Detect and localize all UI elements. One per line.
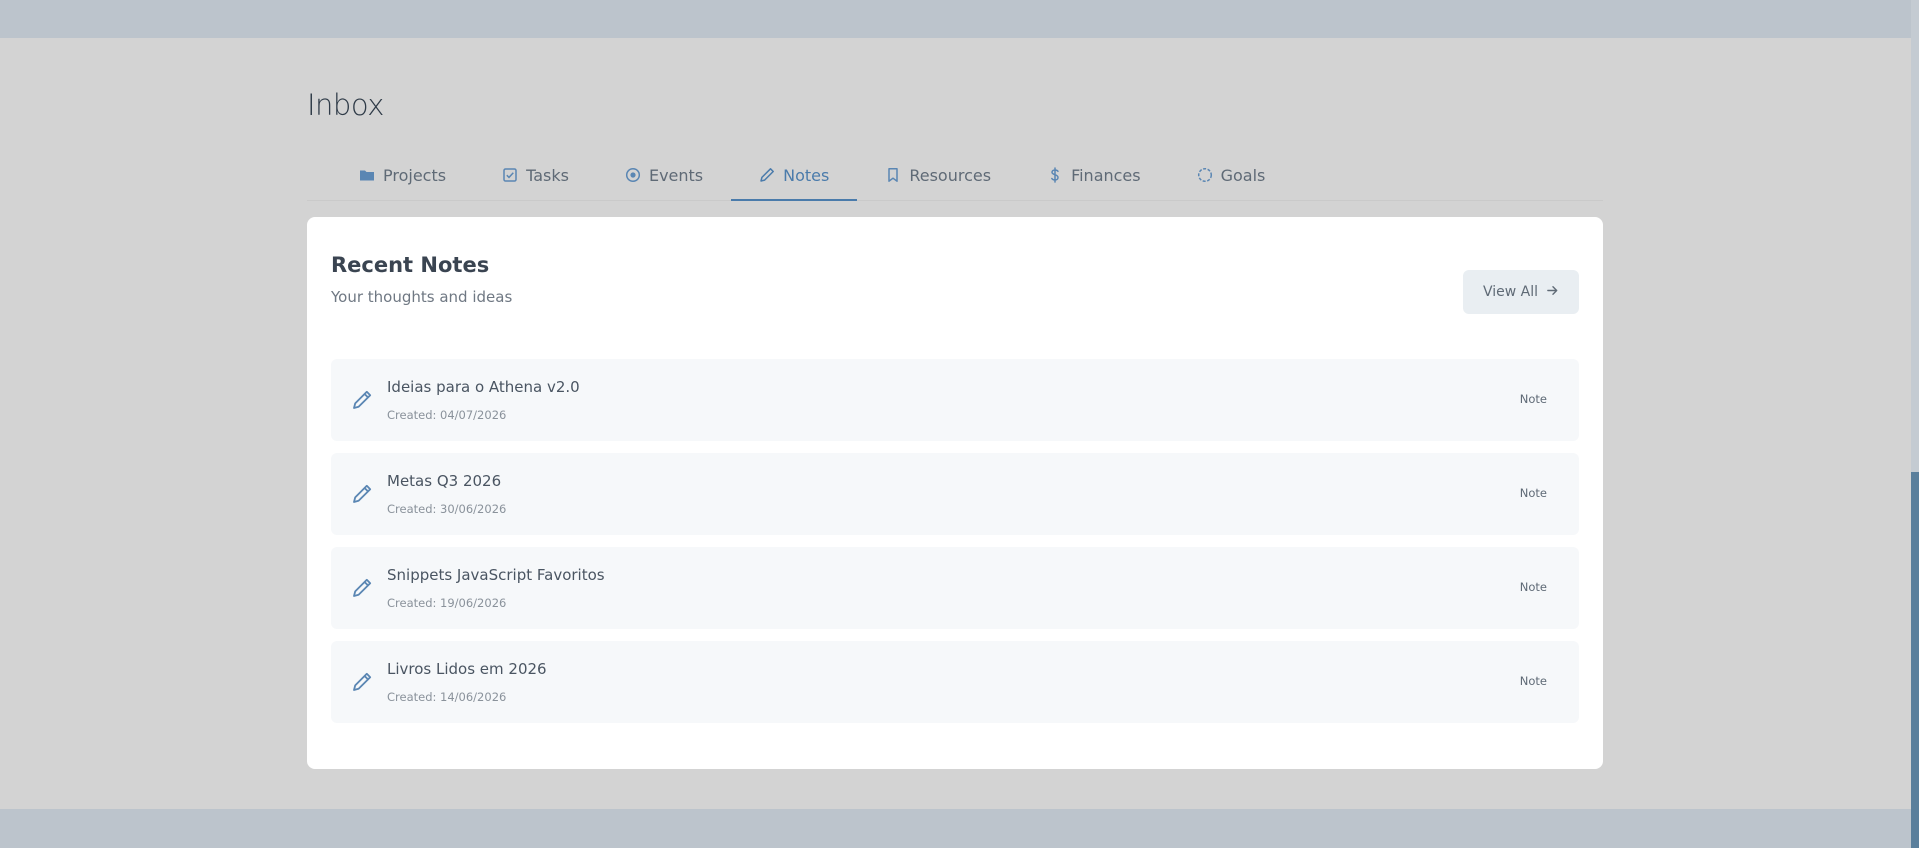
note-date: Created: 30/06/2026: [387, 502, 507, 516]
dollar-icon: [1047, 167, 1063, 183]
note-title: Ideias para o Athena v2.0: [387, 378, 580, 396]
tab-finances[interactable]: Finances: [1019, 150, 1169, 200]
card-subtitle: Your thoughts and ideas: [331, 288, 513, 306]
note-title: Snippets JavaScript Favoritos: [387, 566, 605, 584]
note-type-badge: Note: [1519, 580, 1547, 594]
note-type-badge: Note: [1519, 486, 1547, 500]
tab-goals[interactable]: Goals: [1169, 150, 1294, 200]
scrollbar-thumb[interactable]: [1911, 472, 1919, 848]
card-title: Recent Notes: [331, 253, 490, 277]
pencil-icon: [351, 483, 373, 505]
recent-notes-card: Recent Notes Your thoughts and ideas Vie…: [307, 217, 1603, 769]
pencil-icon: [351, 389, 373, 411]
note-item[interactable]: Livros Lidos em 2026 Created: 14/06/2026…: [331, 641, 1579, 723]
tab-label: Goals: [1220, 165, 1266, 185]
tab-bar: Projects Tasks Events Notes Resources Fi…: [307, 150, 1603, 201]
pencil-icon: [759, 167, 775, 183]
tab-label: Events: [648, 165, 704, 185]
scrollbar-track[interactable]: [1911, 0, 1919, 848]
note-item[interactable]: Ideias para o Athena v2.0 Created: 04/07…: [331, 359, 1579, 441]
tab-tasks[interactable]: Tasks: [474, 150, 597, 200]
tab-label: Resources: [909, 165, 992, 185]
notes-list: Ideias para o Athena v2.0 Created: 04/07…: [331, 359, 1579, 723]
target-icon: [1197, 167, 1213, 183]
pencil-icon: [351, 577, 373, 599]
note-item[interactable]: Snippets JavaScript Favoritos Created: 1…: [331, 547, 1579, 629]
note-date: Created: 14/06/2026: [387, 690, 507, 704]
clock-icon: [625, 167, 641, 183]
tab-label: Projects: [383, 165, 447, 185]
tab-projects[interactable]: Projects: [307, 150, 474, 200]
bottom-band: [0, 809, 1911, 848]
bookmark-icon: [885, 167, 901, 183]
tab-label: Tasks: [526, 165, 569, 185]
note-title: Metas Q3 2026: [387, 472, 502, 490]
tab-notes[interactable]: Notes: [731, 150, 858, 201]
note-item[interactable]: Metas Q3 2026 Created: 30/06/2026 Note: [331, 453, 1579, 535]
view-all-label: View All: [1482, 284, 1539, 300]
tab-events[interactable]: Events: [597, 150, 731, 200]
note-title: Livros Lidos em 2026: [387, 660, 547, 678]
note-date: Created: 04/07/2026: [387, 408, 507, 422]
pencil-icon: [351, 671, 373, 693]
view-all-button[interactable]: View All: [1463, 270, 1579, 314]
note-type-badge: Note: [1519, 392, 1547, 406]
note-type-badge: Note: [1519, 674, 1547, 688]
arrow-right-icon: [1546, 284, 1559, 301]
page-title: Inbox: [307, 88, 384, 122]
top-band: [0, 0, 1911, 38]
tab-resources[interactable]: Resources: [857, 150, 1019, 200]
tab-label: Notes: [783, 165, 830, 185]
note-date: Created: 19/06/2026: [387, 596, 507, 610]
checkbox-icon: [502, 167, 518, 183]
folder-icon: [359, 167, 375, 183]
tab-label: Finances: [1071, 165, 1141, 185]
